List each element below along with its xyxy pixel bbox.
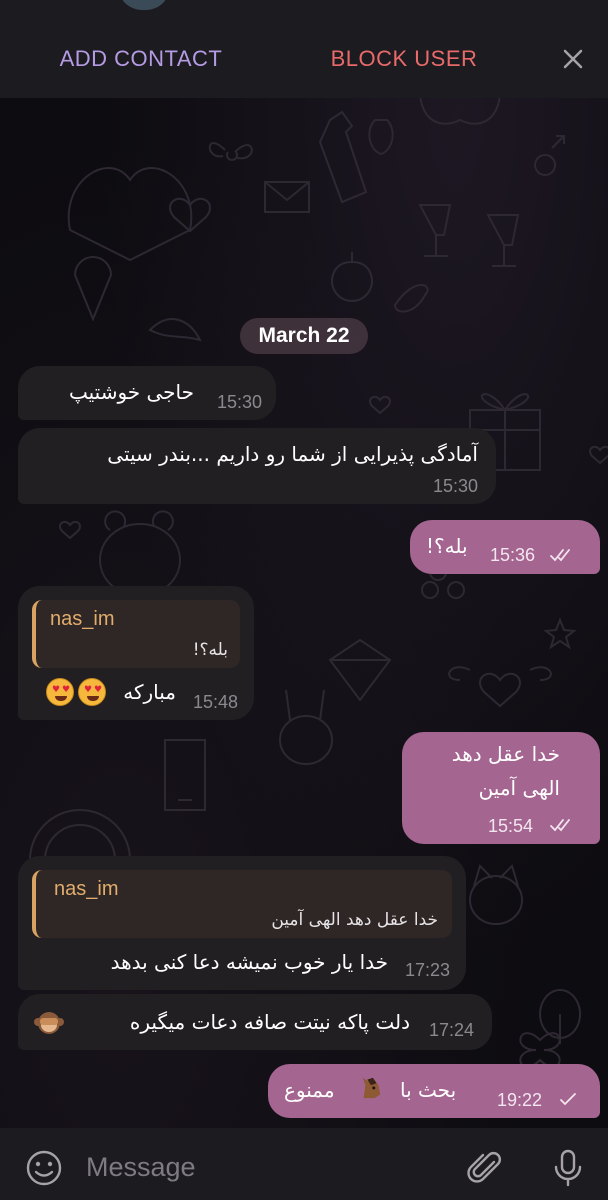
message-text-part: ممنوع <box>284 1078 335 1102</box>
message-bubble-incoming[interactable]: nas_im خدا عقل دهد الهی آمین خدا یار خوب… <box>18 856 466 990</box>
message-bubble-incoming[interactable]: دلت پاکه نیتت صافه دعات میگیره 17:24 <box>18 994 492 1050</box>
heart-eyes-emoji: ♥ ♥ <box>78 678 106 706</box>
message-time: 17:24 <box>428 1020 474 1040</box>
date-separator: March 22 <box>240 318 368 354</box>
block-user-button[interactable]: BLOCK USER <box>318 44 490 74</box>
message-bubble-outgoing[interactable]: بله؟! 15:36 <box>410 520 600 574</box>
close-icon[interactable] <box>556 42 590 76</box>
message-text: دلت پاکه نیتت صافه دعات میگیره <box>129 1010 410 1034</box>
sent-check-icon <box>560 1093 576 1106</box>
message-text: آمادگی پذیرایی از شما رو داریم ...بندر س… <box>107 442 478 466</box>
reply-text: بله؟! <box>192 640 228 660</box>
read-receipt-icon <box>550 549 570 562</box>
message-text: خدا یار خوب نمیشه دعا کنی بدهد <box>110 950 388 974</box>
message-bubble-outgoing[interactable]: بحث با ممنوع 19:22 <box>268 1064 600 1118</box>
message-text: حاجی خوشتیپ <box>68 380 194 404</box>
reply-preview[interactable]: nas_im بله؟! <box>32 600 240 668</box>
message-bubble-outgoing[interactable]: خدا عقل دهد الهی آمین 15:54 <box>402 732 600 844</box>
message-time: 15:36 <box>490 545 536 565</box>
message-text-line: خدا عقل دهد <box>451 742 560 766</box>
horse-face-emoji <box>362 1077 381 1099</box>
message-input[interactable]: Message <box>86 1152 196 1183</box>
reply-text: خدا عقل دهد الهی آمین <box>271 910 438 930</box>
message-time: 15:30 <box>432 476 478 496</box>
message-text-part: بحث با <box>400 1078 457 1102</box>
message-text-line: الهی آمین <box>478 776 560 800</box>
message-bubble-incoming[interactable]: حاجی خوشتیپ 15:30 <box>18 366 276 420</box>
message-time: 19:22 <box>496 1090 542 1110</box>
message-text: بله؟! <box>426 534 468 558</box>
attach-icon[interactable] <box>466 1148 506 1188</box>
header-strip <box>0 0 608 20</box>
contact-action-bar: ADD CONTACT BLOCK USER <box>0 20 608 98</box>
avatar[interactable] <box>118 0 170 10</box>
emoji-icon[interactable] <box>24 1148 64 1188</box>
message-bubble-incoming[interactable]: nas_im بله؟! ♥ ♥ ♥ ♥ مبارکه 15:48 <box>18 586 254 720</box>
mic-icon[interactable] <box>548 1146 588 1188</box>
reply-preview[interactable]: nas_im خدا عقل دهد الهی آمین <box>32 870 452 938</box>
message-time: 15:54 <box>488 816 534 836</box>
add-contact-button[interactable]: ADD CONTACT <box>36 44 246 74</box>
read-receipt-icon <box>550 819 570 832</box>
reply-author: nas_im <box>54 878 119 900</box>
message-time: 15:30 <box>216 392 262 412</box>
message-time: 15:48 <box>192 692 238 712</box>
message-text: مبارکه <box>123 680 176 704</box>
message-composer: Message <box>0 1128 608 1200</box>
message-time: 17:23 <box>404 960 450 980</box>
reply-author: nas_im <box>50 608 115 630</box>
message-bubble-incoming[interactable]: آمادگی پذیرایی از شما رو داریم ...بندر س… <box>18 428 496 504</box>
see-no-evil-monkey-emoji <box>34 1012 64 1034</box>
heart-eyes-emoji: ♥ ♥ <box>46 678 74 706</box>
